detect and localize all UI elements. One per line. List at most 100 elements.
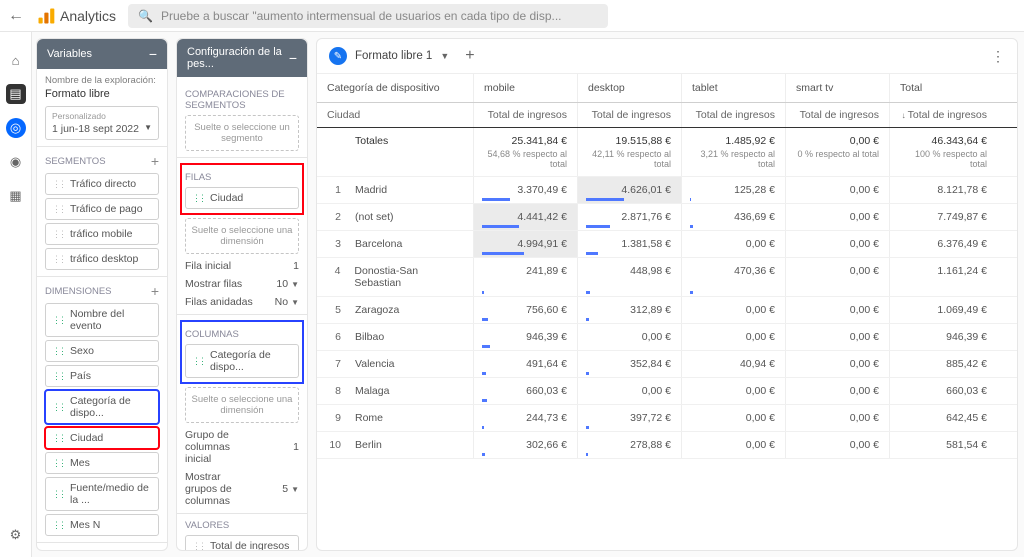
search-field[interactable]: 🔍 Pruebe a buscar "aumento intermensual … <box>128 4 608 28</box>
table-row[interactable]: 2(not set)4.441,42 €2.871,76 €436,69 €0,… <box>317 204 1017 231</box>
table-row[interactable]: 5Zaragoza756,60 €312,89 €0,00 €0,00 €1.0… <box>317 297 1017 324</box>
chip-item[interactable]: ⋮⋮Fuente/medio de la ... <box>45 477 159 511</box>
chip-label: Sexo <box>70 345 94 357</box>
search-icon: 🔍 <box>138 9 153 23</box>
chip-item[interactable]: ⋮⋮Mes N <box>45 514 159 536</box>
data-cell: 581,54 € <box>889 432 997 458</box>
row-dropzone[interactable]: Suelte o seleccione una dimensión <box>185 218 299 254</box>
collapse-icon[interactable]: − <box>149 46 157 62</box>
data-cell: 302,66 € <box>473 432 577 458</box>
total-cell: 1.485,92 €3,21 % respecto al total <box>681 128 785 176</box>
chip-item[interactable]: ⋮⋮Tráfico directo <box>45 173 159 195</box>
chip-label: Categoría de dispo... <box>70 395 152 419</box>
edit-icon[interactable]: ✎ <box>329 47 347 65</box>
segment-dropzone[interactable]: Suelte o seleccione un segmento <box>185 115 299 151</box>
add-metric-button[interactable]: + <box>151 549 159 550</box>
col-tablet[interactable]: tablet <box>681 74 785 102</box>
analytics-logo[interactable]: Analytics <box>36 6 116 26</box>
col-mobile[interactable]: mobile <box>473 74 577 102</box>
table-row[interactable]: 6Bilbao946,39 €0,00 €0,00 €0,00 €946,39 … <box>317 324 1017 351</box>
chip-item[interactable]: ⋮⋮Mes <box>45 452 159 474</box>
chevron-down-icon: ▼ <box>291 280 299 289</box>
total-cell: 46.343,64 €100 % respecto al total <box>889 128 997 176</box>
column-dropzone[interactable]: Suelte o seleccione una dimensión <box>185 387 299 423</box>
chip-label: Ciudad <box>210 192 243 204</box>
exploration-name[interactable]: Formato libre <box>45 88 159 100</box>
columns-label: COLUMNAS <box>185 329 239 340</box>
mostrar-filas-label: Mostrar filas <box>185 278 242 290</box>
date-range-field[interactable]: Personalizado 1 jun-18 sept 2022 ▼ <box>45 106 159 140</box>
data-cell: 241,89 € <box>473 258 577 296</box>
drag-handle-icon: ⋮⋮ <box>192 541 204 551</box>
chip-item[interactable]: ⋮⋮Categoría de dispo... <box>45 390 159 424</box>
data-cell: 1.161,24 € <box>889 258 997 296</box>
chip-item[interactable]: ⋮⋮Total de ingresos <box>185 535 299 550</box>
row-index: 9 <box>327 412 341 424</box>
add-dimension-button[interactable]: + <box>151 283 159 299</box>
drag-handle-icon: ⋮⋮ <box>52 520 64 531</box>
table-row[interactable]: 1Madrid3.370,49 €4.626,01 €125,28 €0,00 … <box>317 177 1017 204</box>
config-title: Configuración de la pes... <box>187 46 289 70</box>
active-tab[interactable]: Formato libre 1 <box>355 50 432 62</box>
table-row[interactable]: 3Barcelona4.994,91 €1.381,58 €0,00 €0,00… <box>317 231 1017 258</box>
filas-anidadas-select[interactable]: No ▼ <box>275 296 299 308</box>
drag-handle-icon: ⋮⋮ <box>52 371 64 382</box>
table-row[interactable]: 10Berlin302,66 €278,88 €0,00 €0,00 €581,… <box>317 432 1017 459</box>
search-placeholder: Pruebe a buscar "aumento intermensual de… <box>161 9 562 23</box>
chip-item[interactable]: ⋮⋮Ciudad <box>45 427 159 449</box>
data-cell: 0,00 € <box>577 378 681 404</box>
data-cell: 660,03 € <box>473 378 577 404</box>
add-tab-button[interactable]: + <box>465 47 474 65</box>
chip-item[interactable]: ⋮⋮tráfico desktop <box>45 248 159 270</box>
col-smarttv[interactable]: smart tv <box>785 74 889 102</box>
table-row[interactable]: 9Rome244,73 €397,72 €0,00 €0,00 €642,45 … <box>317 405 1017 432</box>
nav-config-icon[interactable]: ▦ <box>6 186 26 206</box>
nav-explore-icon[interactable]: ◎ <box>6 118 26 138</box>
fila-inicial-label: Fila inicial <box>185 260 231 272</box>
data-cell: 1.381,58 € <box>577 231 681 257</box>
chip-item[interactable]: ⋮⋮Categoría de dispo... <box>185 344 299 378</box>
chip-item[interactable]: ⋮⋮País <box>45 365 159 387</box>
chip-item[interactable]: ⋮⋮tráfico mobile <box>45 223 159 245</box>
chip-item[interactable]: ⋮⋮Nombre del evento <box>45 303 159 337</box>
table-row[interactable]: 7Valencia491,64 €352,84 €40,94 €0,00 €88… <box>317 351 1017 378</box>
chevron-down-icon: ▼ <box>144 123 152 135</box>
chip-item[interactable]: ⋮⋮Ciudad <box>185 187 299 209</box>
rows-label: FILAS <box>185 172 211 183</box>
settings-icon[interactable]: ⚙ <box>6 525 26 545</box>
variables-panel: Variables − Nombre de la exploración: Fo… <box>36 38 168 551</box>
table-row[interactable]: 8Malaga660,03 €0,00 €0,00 €0,00 €660,03 … <box>317 378 1017 405</box>
config-panel: Configuración de la pes... − COMPARACION… <box>176 38 308 551</box>
nav-report-icon[interactable]: ▤ <box>6 84 26 104</box>
mostrar-grupos-select[interactable]: 5 ▼ <box>282 483 299 495</box>
data-cell: 397,72 € <box>577 405 681 431</box>
data-cell: 0,00 € <box>577 324 681 350</box>
nav-home-icon[interactable]: ⌂ <box>6 50 26 70</box>
col-desktop[interactable]: desktop <box>577 74 681 102</box>
more-icon[interactable]: ⋮ <box>991 48 1005 65</box>
mostrar-filas-select[interactable]: 10 ▼ <box>276 278 299 290</box>
chevron-down-icon[interactable]: ▼ <box>440 51 449 61</box>
chevron-down-icon: ▼ <box>291 485 299 494</box>
col-total[interactable]: Total <box>889 74 997 102</box>
table-row[interactable]: 4Donostia-San Sebastian241,89 €448,98 €4… <box>317 258 1017 297</box>
nav-ads-icon[interactable]: ◉ <box>6 152 26 172</box>
data-cell: 312,89 € <box>577 297 681 323</box>
data-table[interactable]: Categoría de dispositivo mobile desktop … <box>317 74 1017 550</box>
row-index: 4 <box>327 265 340 289</box>
total-cell: 0,00 €0 % respecto al total <box>785 128 889 176</box>
back-icon[interactable]: ← <box>8 7 24 25</box>
data-cell: 0,00 € <box>785 258 889 296</box>
values-label: VALORES <box>185 520 229 531</box>
chip-item[interactable]: ⋮⋮Sexo <box>45 340 159 362</box>
fila-inicial-value[interactable]: 1 <box>293 260 299 272</box>
grupo-inicial-value[interactable]: 1 <box>293 441 299 453</box>
collapse-icon[interactable]: − <box>289 50 297 66</box>
row-name: Zaragoza <box>355 304 399 316</box>
chip-item[interactable]: ⋮⋮Tráfico de pago <box>45 198 159 220</box>
date-value: 1 jun-18 sept 2022 <box>52 123 139 135</box>
data-cell: 0,00 € <box>785 177 889 203</box>
drag-handle-icon: ⋮⋮ <box>52 204 64 215</box>
add-segment-button[interactable]: + <box>151 153 159 169</box>
metric-header-sort[interactable]: ↓Total de ingresos <box>889 103 997 127</box>
